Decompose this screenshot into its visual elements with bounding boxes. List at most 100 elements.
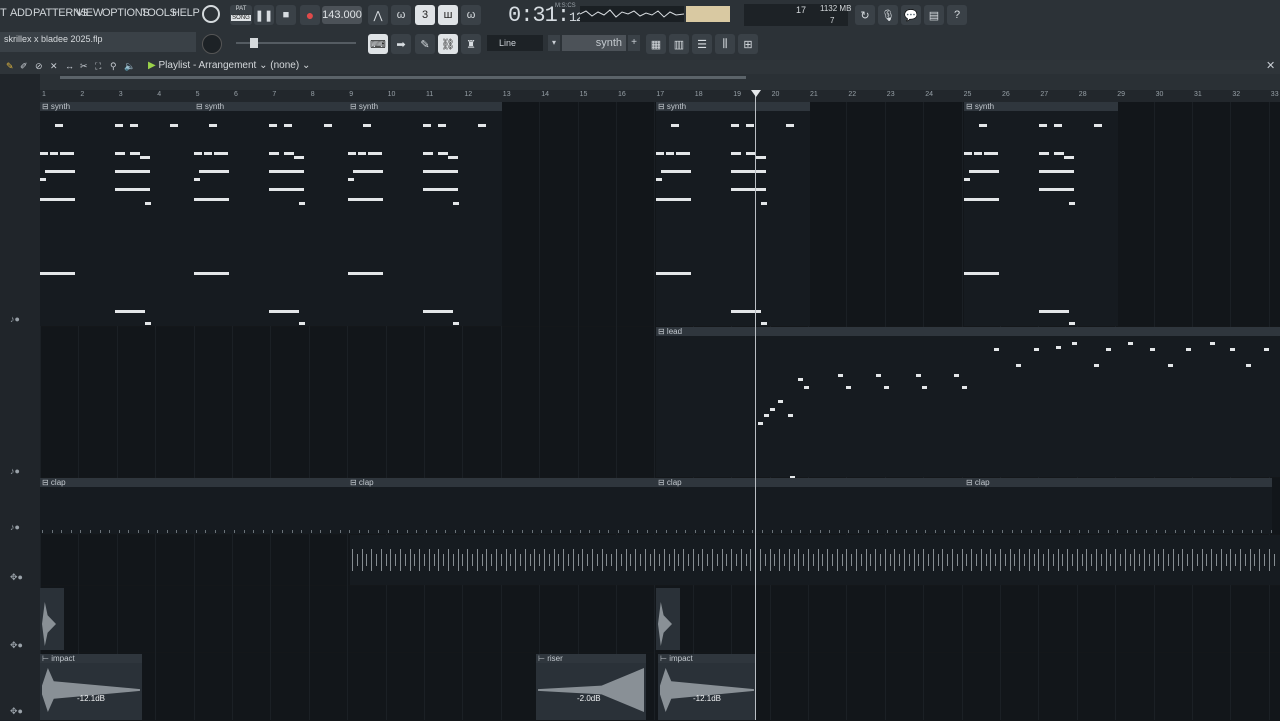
track3-note-icon[interactable]: ♪● xyxy=(10,522,20,532)
synth-clip[interactable] xyxy=(964,102,1118,326)
delete-tool-icon[interactable]: ⊘ xyxy=(35,61,43,72)
hat-clip[interactable] xyxy=(350,535,1280,585)
keyboard-icon: ⌨ xyxy=(370,38,386,51)
brush-tool-button[interactable]: ✎ xyxy=(415,34,435,54)
audio-clip-header[interactable]: ⊢ impact xyxy=(40,654,142,663)
zoom-tool-icon[interactable]: ⚲ xyxy=(110,61,117,72)
metronome-button[interactable]: ⋀ xyxy=(368,5,388,25)
clap-tick xyxy=(790,530,792,533)
add-pattern-button[interactable]: + xyxy=(628,35,640,51)
synth-clip-header[interactable]: ⊟ synth xyxy=(40,102,194,111)
playhead[interactable] xyxy=(755,90,756,720)
playlist-button[interactable]: ▦ xyxy=(646,34,666,54)
playlist-grid[interactable]: ⊟ synth ⊟ synth ⊟ synth ⊟ synth ⊟ synth ⊟ lea… xyxy=(40,102,1280,721)
lead-clip-header[interactable]: ⊟ lead xyxy=(656,327,1280,336)
midi-note xyxy=(269,152,279,155)
snap-mode-select[interactable]: Line xyxy=(487,35,543,51)
mute-tool-icon[interactable]: ✕ xyxy=(50,61,58,72)
playback-tool-icon[interactable]: 🔈 xyxy=(124,61,135,72)
midi-note xyxy=(453,322,459,325)
hat-transient xyxy=(654,549,656,571)
ruler-mark: 1 xyxy=(42,91,46,98)
select-tool-icon[interactable]: ⛶ xyxy=(95,61,101,72)
synth-clip[interactable] xyxy=(348,102,502,326)
synth-clip-header[interactable]: ⊟ synth xyxy=(656,102,810,111)
hat-transient xyxy=(937,554,939,566)
piano-roll-snap-button[interactable]: ⌨ xyxy=(368,34,388,54)
pat-song-toggle[interactable]: PAT SONG xyxy=(230,5,252,25)
hat-transient xyxy=(784,554,785,566)
slice-tool-icon[interactable]: ✂ xyxy=(80,61,88,72)
audio-clip-header[interactable]: ⊢ riser xyxy=(536,654,646,663)
menu-t[interactable]: T xyxy=(0,7,7,19)
countdown-button[interactable]: 3 xyxy=(415,5,435,25)
hat-transient xyxy=(697,554,699,566)
playlist-title[interactable]: ▶ Playlist - Arrangement ⌄ (none) ⌄ xyxy=(148,60,310,71)
channel-rack-button[interactable]: ☰ xyxy=(692,34,712,54)
link-button[interactable]: ⛓ xyxy=(438,34,458,54)
clap-clip-header[interactable]: ⊟ clap xyxy=(40,478,348,487)
wait-button[interactable]: ω xyxy=(391,5,411,25)
mixer-button[interactable]: ⫼ xyxy=(715,34,735,54)
piano-roll-button[interactable]: ▥ xyxy=(669,34,689,54)
tempo-display[interactable]: 143.000 xyxy=(322,6,362,24)
overview-scroll-handle[interactable] xyxy=(60,76,746,79)
slip-tool-icon[interactable]: ↔ xyxy=(65,61,74,71)
clap-clip-header[interactable]: ⊟ clap xyxy=(656,478,964,487)
clap-tick xyxy=(502,530,504,533)
playhead-marker[interactable] xyxy=(751,90,761,97)
hat-transient xyxy=(774,554,776,566)
ruler-mark: 4 xyxy=(157,91,162,98)
playlist-overview[interactable] xyxy=(40,74,1280,90)
arrow-tool-button[interactable]: ➡ xyxy=(391,34,411,54)
record-button[interactable]: ● xyxy=(300,5,320,25)
synth-clip-header[interactable]: ⊟ synth xyxy=(348,102,502,111)
close-icon[interactable]: ✕ xyxy=(1266,59,1275,72)
browser-toggle-button[interactable]: ▤ xyxy=(924,5,944,25)
stamp-button[interactable]: ♜ xyxy=(461,34,481,54)
menu-view[interactable]: VIEW xyxy=(76,7,103,19)
hat-transient xyxy=(1028,549,1030,571)
synth-clip[interactable] xyxy=(656,102,810,326)
pitch-knob[interactable] xyxy=(202,34,222,54)
hat-transient xyxy=(620,554,622,566)
menu-help[interactable]: HELP xyxy=(172,7,200,19)
clap-tick xyxy=(550,530,552,533)
synth-clip[interactable] xyxy=(194,102,348,326)
timeline-ruler[interactable]: 1 2 3 4 5 6 7 8 9 10 11 12 13 14 15 16 17 18 19 20 21 22 23 24 2… xyxy=(40,90,1280,102)
synth-clip-header[interactable]: ⊟ synth xyxy=(194,102,348,111)
track6-move-icon[interactable]: ✥● xyxy=(10,706,23,717)
pattern-selector[interactable]: synth xyxy=(562,35,626,51)
slider-handle[interactable] xyxy=(250,38,258,48)
microphone-button[interactable]: 🎙 xyxy=(878,5,898,25)
clap-clip-header[interactable]: ⊟ clap xyxy=(348,478,656,487)
pause-button[interactable]: ❚❚ xyxy=(254,5,274,25)
synth-clip-header[interactable]: ⊟ synth xyxy=(964,102,1118,111)
master-volume-knob[interactable] xyxy=(202,5,220,23)
help-button[interactable]: ? xyxy=(947,5,967,25)
plugin-picker-button[interactable]: ⊞ xyxy=(738,34,758,54)
pattern-dropdown-arrow[interactable]: ▾ xyxy=(548,35,560,51)
chat-button[interactable]: 💬 xyxy=(901,5,921,25)
undo-history-button[interactable]: ↻ xyxy=(855,5,875,25)
hat-transient xyxy=(1192,549,1193,571)
clap-tick xyxy=(138,530,139,533)
pencil-tool-icon[interactable]: ✎ xyxy=(6,61,14,72)
stop-button[interactable]: ■ xyxy=(276,5,296,25)
blend-notes-button[interactable]: ш xyxy=(438,5,458,25)
clap-clip-header[interactable]: ⊟ clap xyxy=(964,478,1272,487)
track1-note-icon[interactable]: ♪● xyxy=(10,314,20,324)
loop-record-button[interactable]: ω xyxy=(461,5,481,25)
track5-move-icon[interactable]: ✥● xyxy=(10,640,23,651)
clap-tick xyxy=(109,530,111,533)
clap-tick xyxy=(205,530,207,533)
track2-note-icon[interactable]: ♪● xyxy=(10,466,20,476)
audio-clip-header[interactable]: ⊢ impact xyxy=(658,654,756,663)
synth-clip[interactable] xyxy=(40,102,194,326)
clap-tick xyxy=(1155,530,1157,533)
midi-note xyxy=(1106,348,1111,351)
track4-move-icon[interactable]: ✥● xyxy=(10,572,23,583)
paint-tool-icon[interactable]: ✐ xyxy=(20,61,28,72)
menu-add[interactable]: ADD xyxy=(10,7,33,19)
hat-transient xyxy=(1124,549,1126,571)
